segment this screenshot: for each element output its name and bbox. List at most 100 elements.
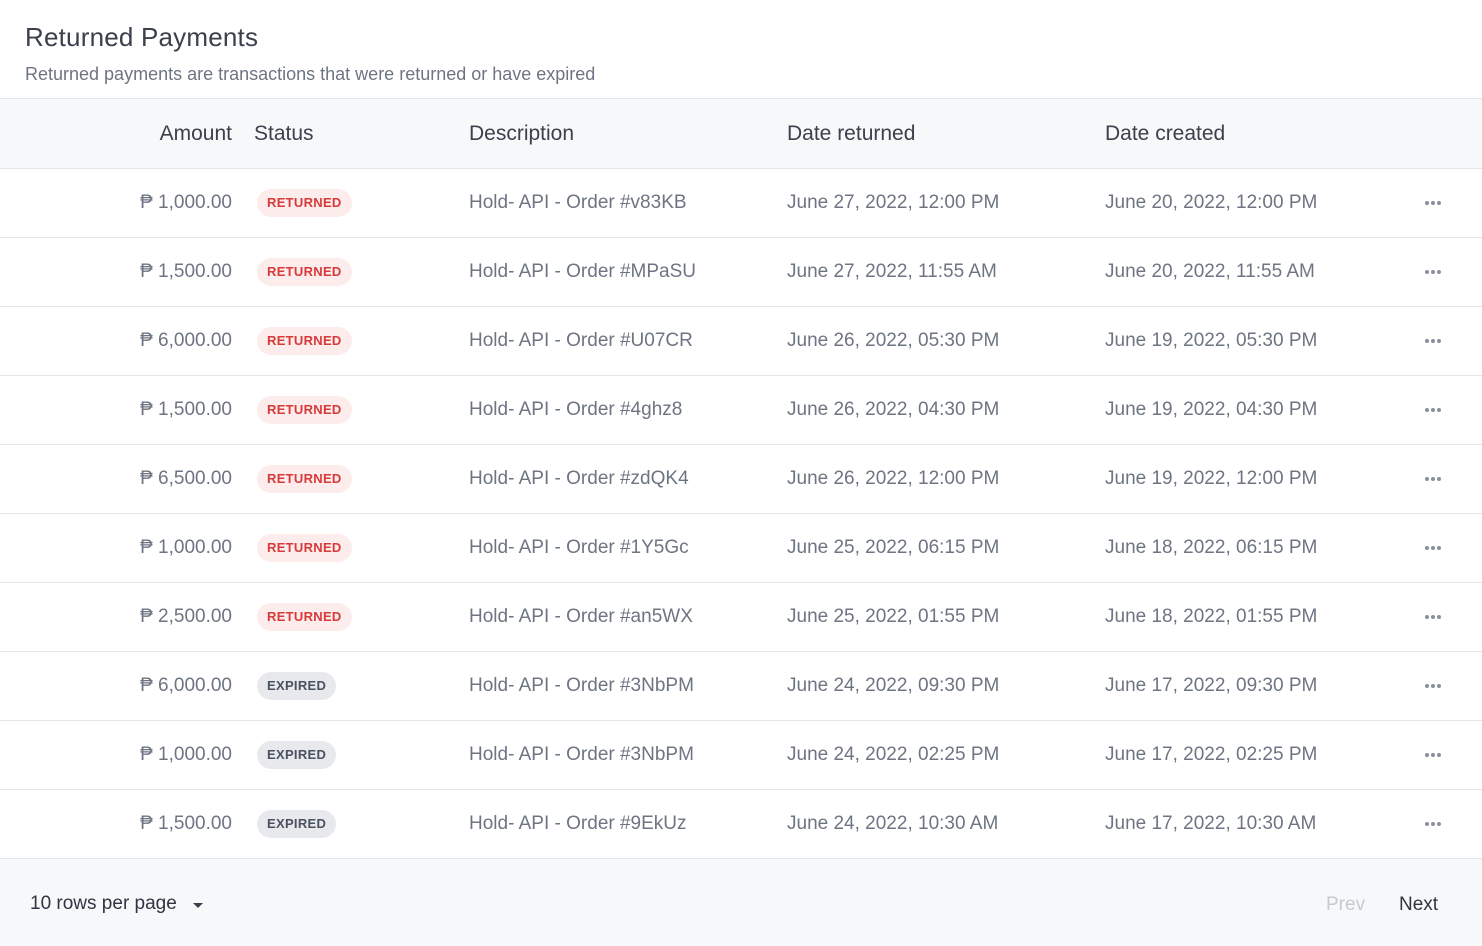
more-dot (1437, 822, 1441, 826)
more-dot (1437, 270, 1441, 274)
more-horizontal-icon[interactable] (1418, 538, 1448, 558)
table-row[interactable]: ₱ 6,000.00 EXPIRED Hold- API - Order #3NbP… (0, 652, 1482, 721)
more-dot (1431, 339, 1435, 343)
date-created-cell: June 18, 2022, 06:15 PM (1105, 537, 1318, 558)
more-dot (1425, 408, 1429, 412)
date-returned-cell: June 26, 2022, 04:30 PM (787, 399, 1000, 420)
description-cell: Hold- API - Order #9EkUz (469, 813, 687, 834)
date-created-cell: June 19, 2022, 12:00 PM (1105, 468, 1318, 489)
column-header-date-returned[interactable]: Date returned (787, 122, 915, 146)
date-created-cell: June 18, 2022, 01:55 PM (1105, 606, 1318, 627)
more-horizontal-icon[interactable] (1418, 607, 1448, 627)
rows-per-page-label: 10 rows per page (30, 893, 177, 914)
more-dot (1431, 615, 1435, 619)
amount-cell: ₱ 2,500.00 (140, 606, 232, 627)
description-cell: Hold- API - Order #4ghz8 (469, 399, 683, 420)
date-returned-cell: June 27, 2022, 12:00 PM (787, 192, 1000, 213)
status-badge: RETURNED (257, 603, 352, 631)
date-created-cell: June 17, 2022, 10:30 AM (1105, 813, 1317, 834)
more-dot (1431, 477, 1435, 481)
table-header: Amount Status Description Date returned … (0, 99, 1482, 169)
more-dot (1437, 477, 1441, 481)
more-horizontal-icon[interactable] (1418, 400, 1448, 420)
column-header-amount[interactable]: Amount (160, 122, 232, 146)
more-dot (1431, 201, 1435, 205)
date-returned-cell: June 27, 2022, 11:55 AM (787, 261, 997, 282)
status-badge: RETURNED (257, 189, 352, 217)
table-row[interactable]: ₱ 1,500.00 EXPIRED Hold- API - Order #9EkU… (0, 790, 1482, 859)
more-dot (1431, 270, 1435, 274)
more-dot (1437, 339, 1441, 343)
more-dot (1425, 546, 1429, 550)
description-cell: Hold- API - Order #U07CR (469, 330, 693, 351)
date-created-cell: June 19, 2022, 05:30 PM (1105, 330, 1318, 351)
date-returned-cell: June 24, 2022, 10:30 AM (787, 813, 999, 834)
description-cell: Hold- API - Order #3NbPM (469, 675, 694, 696)
next-page-button[interactable]: Next (1399, 894, 1438, 916)
prev-page-button[interactable]: Prev (1326, 894, 1365, 916)
more-horizontal-icon[interactable] (1418, 262, 1448, 282)
table-row[interactable]: ₱ 2,500.00 RETURNED Hold- API - Order #an5… (0, 583, 1482, 652)
column-header-status[interactable]: Status (254, 122, 314, 146)
date-returned-cell: June 25, 2022, 01:55 PM (787, 606, 1000, 627)
table-row[interactable]: ₱ 1,000.00 RETURNED Hold- API - Order #v83… (0, 169, 1482, 238)
description-cell: Hold- API - Order #3NbPM (469, 744, 694, 765)
amount-cell: ₱ 1,500.00 (140, 813, 232, 834)
status-badge: RETURNED (257, 258, 352, 286)
date-created-cell: June 17, 2022, 02:25 PM (1105, 744, 1318, 765)
more-dot (1425, 753, 1429, 757)
caret-down-icon (192, 902, 203, 908)
column-header-description[interactable]: Description (469, 122, 574, 146)
date-returned-cell: June 24, 2022, 02:25 PM (787, 744, 1000, 765)
status-badge: RETURNED (257, 534, 352, 562)
more-horizontal-icon[interactable] (1418, 469, 1448, 489)
table-row[interactable]: ₱ 1,500.00 RETURNED Hold- API - Order #MPa… (0, 238, 1482, 307)
more-dot (1437, 546, 1441, 550)
more-dot (1431, 684, 1435, 688)
more-dot (1425, 822, 1429, 826)
rows-per-page-select[interactable]: 10 rows per page (30, 893, 203, 915)
column-header-date-created[interactable]: Date created (1105, 122, 1225, 146)
amount-cell: ₱ 1,000.00 (140, 744, 232, 765)
table-row[interactable]: ₱ 6,000.00 RETURNED Hold- API - Order #U07… (0, 307, 1482, 376)
date-created-cell: June 20, 2022, 12:00 PM (1105, 192, 1318, 213)
more-horizontal-icon[interactable] (1418, 193, 1448, 213)
more-dot (1425, 615, 1429, 619)
more-dot (1437, 615, 1441, 619)
more-dot (1431, 546, 1435, 550)
status-badge: EXPIRED (257, 741, 337, 769)
table-row[interactable]: ₱ 1,000.00 RETURNED Hold- API - Order #1Y5… (0, 514, 1482, 583)
more-dot (1431, 753, 1435, 757)
table-footer: 10 rows per page Prev Next (0, 859, 1482, 946)
date-returned-cell: June 26, 2022, 12:00 PM (787, 468, 1000, 489)
more-dot (1437, 684, 1441, 688)
table-body: ₱ 1,000.00 RETURNED Hold- API - Order #v83… (0, 169, 1482, 859)
status-badge: EXPIRED (257, 810, 337, 838)
description-cell: Hold- API - Order #an5WX (469, 606, 693, 627)
amount-cell: ₱ 1,500.00 (140, 399, 232, 420)
date-created-cell: June 20, 2022, 11:55 AM (1105, 261, 1315, 282)
more-dot (1425, 270, 1429, 274)
status-badge: RETURNED (257, 327, 352, 355)
more-dot (1437, 201, 1441, 205)
description-cell: Hold- API - Order #1Y5Gc (469, 537, 689, 558)
table-row[interactable]: ₱ 6,500.00 RETURNED Hold- API - Order #zdQ… (0, 445, 1482, 514)
date-created-cell: June 19, 2022, 04:30 PM (1105, 399, 1318, 420)
more-horizontal-icon[interactable] (1418, 745, 1448, 765)
more-horizontal-icon[interactable] (1418, 676, 1448, 696)
description-cell: Hold- API - Order #zdQK4 (469, 468, 689, 489)
page-subtitle: Returned payments are transactions that … (25, 64, 596, 84)
amount-cell: ₱ 6,000.00 (140, 675, 232, 696)
date-returned-cell: June 25, 2022, 06:15 PM (787, 537, 1000, 558)
table-row[interactable]: ₱ 1,500.00 RETURNED Hold- API - Order #4gh… (0, 376, 1482, 445)
table-row[interactable]: ₱ 1,000.00 EXPIRED Hold- API - Order #3NbP… (0, 721, 1482, 790)
more-horizontal-icon[interactable] (1418, 331, 1448, 351)
more-dot (1425, 339, 1429, 343)
amount-cell: ₱ 1,500.00 (140, 261, 232, 282)
description-cell: Hold- API - Order #v83KB (469, 192, 687, 213)
status-badge: EXPIRED (257, 672, 337, 700)
more-dot (1431, 822, 1435, 826)
more-horizontal-icon[interactable] (1418, 814, 1448, 834)
amount-cell: ₱ 1,000.00 (140, 192, 232, 213)
more-dot (1437, 753, 1441, 757)
